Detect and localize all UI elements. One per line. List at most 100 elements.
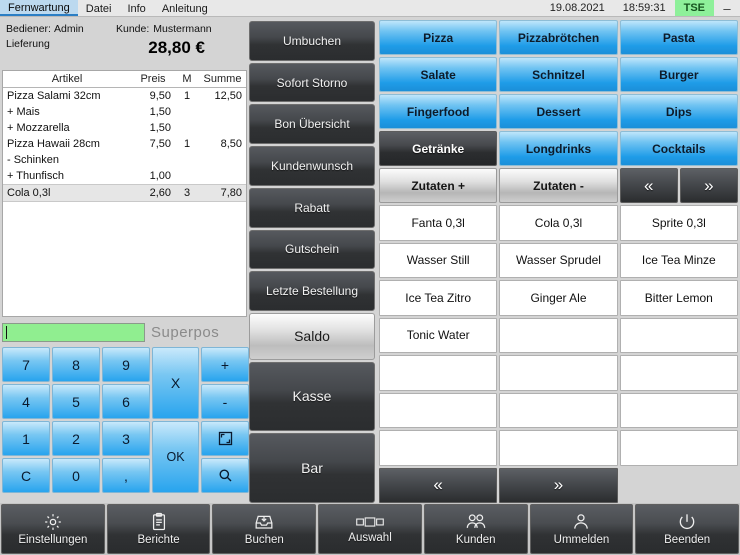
product-slot-empty[interactable]	[499, 430, 618, 466]
taskbar-label: Einstellungen	[18, 534, 88, 546]
fullscreen-icon[interactable]	[201, 421, 249, 456]
category-dessert[interactable]: Dessert	[499, 94, 618, 129]
cell-artikel: Pizza Hawaii 28cm	[7, 138, 100, 150]
product-wasser-sprudel[interactable]: Wasser Sprudel	[499, 242, 618, 278]
key-minus[interactable]: -	[201, 384, 249, 419]
product-cola-0-3l[interactable]: Cola 0,3l	[499, 205, 618, 241]
category-pizzabr-tchen[interactable]: Pizzabrötchen	[499, 20, 618, 55]
taskbar-buchen[interactable]: Buchen	[212, 504, 317, 554]
category-getr-nke[interactable]: Getränke	[379, 131, 498, 166]
key-plus[interactable]: +	[201, 347, 249, 382]
table-row[interactable]: Cola 0,3l 2,60 3 7,80	[3, 184, 246, 202]
key-3[interactable]: 3	[102, 421, 150, 456]
cell-m: 1	[183, 138, 191, 150]
menu-item-datei[interactable]: Datei	[78, 0, 120, 16]
action-gutschein[interactable]: Gutschein	[249, 229, 375, 270]
key-5[interactable]: 5	[52, 384, 100, 419]
category-cocktails[interactable]: Cocktails	[619, 131, 738, 166]
key-2[interactable]: 2	[52, 421, 100, 456]
category-fingerfood[interactable]: Fingerfood	[379, 94, 498, 129]
product-ginger-ale[interactable]: Ginger Ale	[499, 280, 618, 316]
product-slot-empty[interactable]	[619, 392, 738, 428]
product-fanta-0-3l[interactable]: Fanta 0,3l	[379, 205, 498, 241]
minimize-button[interactable]: –	[714, 0, 740, 16]
product-slot-empty[interactable]	[499, 392, 618, 428]
receipt-list[interactable]: Artikel Preis M Summe Pizza Salami 32cm 9,50…	[2, 70, 247, 317]
product-sprite-0-3l[interactable]: Sprite 0,3l	[619, 205, 738, 241]
product-slot-empty[interactable]	[499, 355, 618, 391]
product-prev-icon[interactable]: «	[379, 467, 498, 503]
taskbar-beenden[interactable]: Beenden	[635, 504, 740, 554]
numeric-input[interactable]	[2, 322, 145, 342]
action-umbuchen[interactable]: Umbuchen	[249, 21, 375, 61]
key-ok[interactable]: OK	[152, 421, 199, 493]
action-kasse[interactable]: Kasse	[249, 361, 375, 432]
action-bar[interactable]: Bar	[249, 433, 375, 503]
product-grid: Fanta 0,3l Cola 0,3l Sprite 0,3l Wasser Sti…	[379, 205, 738, 503]
table-row[interactable]: + Mozzarella 1,50	[3, 120, 246, 136]
category-salate[interactable]: Salate	[379, 57, 498, 92]
taskbar-berichte[interactable]: Berichte	[106, 504, 211, 554]
key-multiply[interactable]: X	[152, 347, 199, 419]
action-saldo[interactable]: Saldo	[249, 313, 375, 360]
category-pizza[interactable]: Pizza	[379, 20, 498, 55]
menu-item-info[interactable]: Info	[119, 0, 153, 16]
product-tonic-water[interactable]: Tonic Water	[379, 317, 498, 353]
status-date: 19.08.2021	[549, 2, 605, 14]
action-sofort-storno[interactable]: Sofort Storno	[249, 62, 375, 103]
category-dips[interactable]: Dips	[619, 94, 738, 129]
product-ice-tea-minze[interactable]: Ice Tea Minze	[619, 242, 738, 278]
category-next-icon[interactable]: »	[679, 168, 738, 203]
search-icon[interactable]	[201, 458, 249, 493]
menu-item-fernwartung[interactable]: Fernwartung	[0, 0, 78, 16]
product-slot-empty[interactable]	[379, 392, 498, 428]
product-ice-tea-zitro[interactable]: Ice Tea Zitro	[379, 280, 498, 316]
category-pasta[interactable]: Pasta	[619, 20, 738, 55]
action-kundenwunsch[interactable]: Kundenwunsch	[249, 146, 375, 186]
key-4[interactable]: 4	[2, 384, 50, 419]
product-slot-empty[interactable]	[619, 355, 738, 391]
product-wasser-still[interactable]: Wasser Still	[379, 242, 498, 278]
product-slot-empty[interactable]	[619, 317, 738, 353]
table-row[interactable]: - Schinken	[3, 152, 246, 168]
taskbar-ummelden[interactable]: Ummelden	[529, 504, 634, 554]
receipt-header-row: Artikel Preis M Summe	[3, 71, 246, 88]
taskbar-einstellungen[interactable]: Einstellungen	[1, 504, 105, 554]
table-row[interactable]: Pizza Salami 32cm 9,50 1 12,50	[3, 88, 246, 105]
menu-item-anleitung[interactable]: Anleitung	[154, 0, 216, 16]
column-header-summe: Summe	[199, 71, 246, 88]
key-8[interactable]: 8	[52, 347, 100, 382]
product-slot-empty[interactable]	[619, 430, 738, 466]
product-bitter-lemon[interactable]: Bitter Lemon	[619, 280, 738, 316]
action-bon-bersicht[interactable]: Bon Übersicht	[249, 104, 375, 145]
cell-m	[175, 104, 199, 120]
key-1[interactable]: 1	[2, 421, 50, 456]
category-prev-icon[interactable]: «	[619, 168, 678, 203]
action-letzte-bestellung[interactable]: Letzte Bestellung	[249, 271, 375, 312]
product-slot-empty[interactable]	[379, 355, 498, 391]
key-comma[interactable]: ,	[102, 458, 150, 493]
category-zutaten-[interactable]: Zutaten -	[499, 168, 618, 203]
product-slot-empty[interactable]	[499, 317, 618, 353]
order-total: 28,80 €	[148, 38, 205, 57]
key-6[interactable]: 6	[102, 384, 150, 419]
category-zutaten-[interactable]: Zutaten +	[379, 168, 498, 203]
table-row[interactable]: + Mais 1,50	[3, 104, 246, 120]
product-slot-empty[interactable]	[379, 430, 498, 466]
key-9[interactable]: 9	[102, 347, 150, 382]
key-clear[interactable]: C	[2, 458, 50, 493]
category-longdrinks[interactable]: Longdrinks	[499, 131, 618, 166]
category-schnitzel[interactable]: Schnitzel	[499, 57, 618, 92]
product-next-icon[interactable]: »	[499, 467, 618, 503]
taskbar-kunden[interactable]: Kunden	[423, 504, 528, 554]
cell-artikel: + Thunfisch	[7, 170, 64, 182]
key-0[interactable]: 0	[52, 458, 100, 493]
key-7[interactable]: 7	[2, 347, 50, 382]
cell-m	[175, 168, 199, 185]
table-row[interactable]: Pizza Hawaii 28cm 7,50 1 8,50	[3, 136, 246, 152]
taskbar-auswahl[interactable]: Auswahl	[318, 504, 422, 554]
pos-application: Fernwartung Datei Info Anleitung 19.08.2021…	[0, 0, 740, 555]
category-burger[interactable]: Burger	[619, 57, 738, 92]
action-rabatt[interactable]: Rabatt	[249, 187, 375, 228]
table-row[interactable]: + Thunfisch 1,00	[3, 168, 246, 185]
